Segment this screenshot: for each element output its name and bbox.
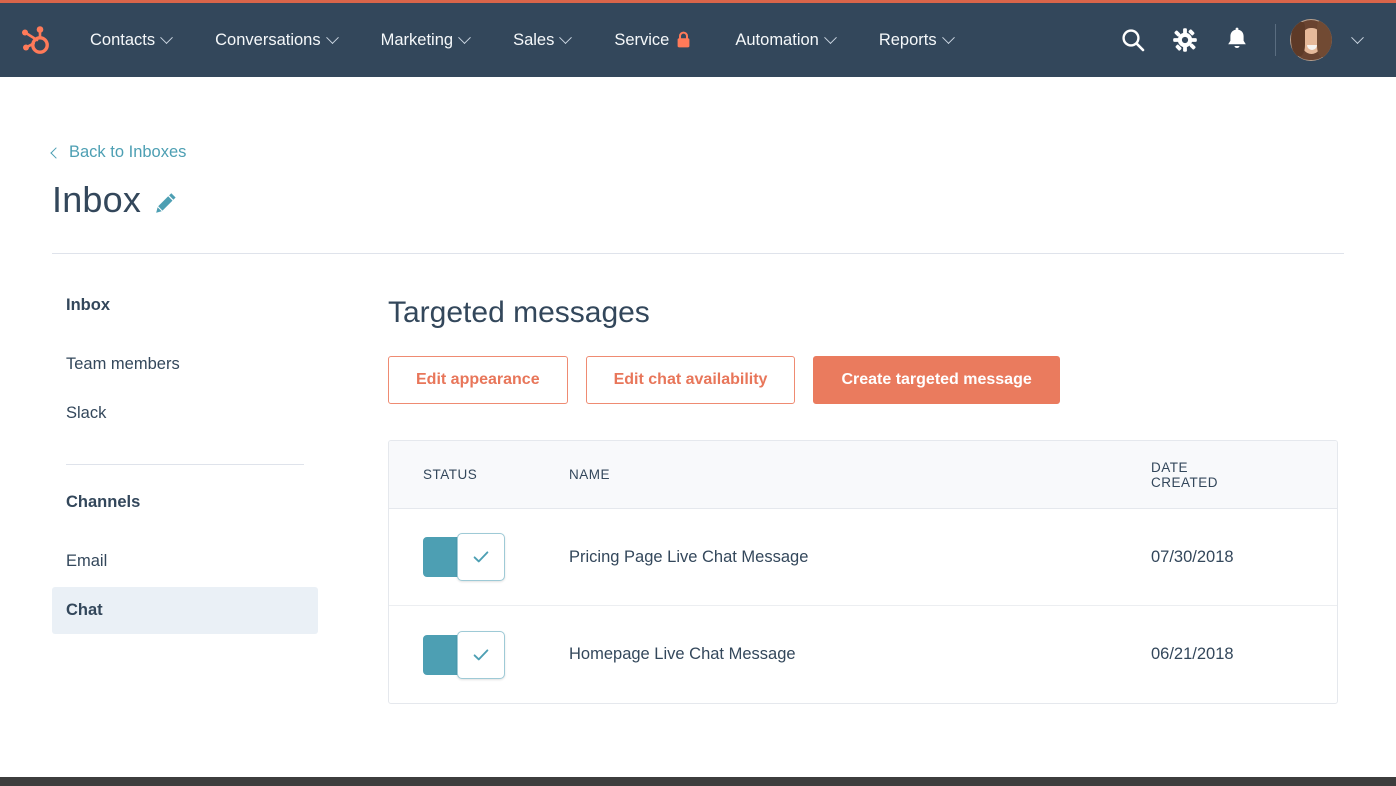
window-bottom-bar [0,777,1396,786]
lock-icon [676,31,691,49]
sidebar-item-email[interactable]: Email [52,538,318,584]
row-name: Homepage Live Chat Message [569,645,796,663]
column-header-date-line1: DATE [1151,459,1189,475]
nav-item-label: Reports [878,30,937,49]
sidebar-divider [66,464,304,466]
pencil-icon[interactable] [155,187,178,214]
avatar-hair-left [1291,22,1305,56]
nav-item-label: Contacts [90,30,156,49]
hubspot-sprocket-logo[interactable] [14,20,54,60]
nav-item-label: Sales [513,30,555,49]
edit-chat-availability-button[interactable]: Edit chat availability [585,356,796,404]
nav-item-conversations[interactable]: Conversations [193,23,358,58]
global-navbar: Contacts Conversations Marketing Sales S… [0,3,1396,77]
chevron-down-icon [823,30,837,44]
nav-item-sales[interactable]: Sales [491,23,592,58]
check-icon [473,648,489,660]
table-row[interactable]: Pricing Page Live Chat Message 07/30/201… [389,509,1337,606]
chevron-down-icon [559,30,573,44]
status-toggle[interactable] [423,630,505,679]
create-targeted-message-button[interactable]: Create targeted message [813,356,1060,404]
page-title: Inbox [52,179,142,220]
column-header-status: STATUS [423,467,478,482]
row-date-created: 07/30/2018 [1151,547,1234,566]
title-divider [52,253,1344,254]
action-button-row: Edit appearance Edit chat availability C… [388,356,1344,404]
sidebar-heading-channels: Channels [66,493,141,512]
toggle-knob [457,630,505,679]
column-header-date-line2: CREATED [1151,474,1219,490]
nav-item-automation[interactable]: Automation [713,23,856,58]
check-icon [473,551,489,563]
page-content: Inbox Team members Slack Channels Email … [52,296,1344,704]
column-header-name: NAME [569,467,611,482]
navbar-divider [1275,24,1276,56]
nav-item-marketing[interactable]: Marketing [359,23,491,58]
app-window: Contacts Conversations Marketing Sales S… [0,0,1396,786]
nav-item-contacts[interactable]: Contacts [68,23,193,58]
settings-sidebar: Inbox Team members Slack Channels Email … [52,296,350,704]
row-name: Pricing Page Live Chat Message [569,547,809,566]
nav-item-reports[interactable]: Reports [857,23,975,58]
toggle-knob [457,533,505,581]
table-header-row: STATUS NAME DATE CREATED [389,441,1337,509]
chevron-down-icon [325,30,339,44]
column-header-date-created: DATE CREATED [1137,446,1337,504]
main-panel: Targeted messages Edit appearance Edit c… [350,296,1344,704]
nav-item-label: Conversations [215,30,321,49]
edit-appearance-button[interactable]: Edit appearance [388,356,568,404]
nav-item-label: Marketing [380,30,454,49]
sidebar-item-chat[interactable]: Chat [52,587,318,634]
bell-icon[interactable] [1211,14,1263,66]
navbar-actions [1107,14,1374,66]
chevron-down-icon [941,30,955,44]
table-row[interactable]: Homepage Live Chat Message 06/21/2018 [389,606,1337,703]
nav-item-label: Automation [735,30,819,49]
gear-icon[interactable] [1159,14,1211,66]
primary-nav: Contacts Conversations Marketing Sales S… [68,23,975,58]
status-toggle[interactable] [423,533,505,581]
page-title-row: Inbox [52,179,1344,221]
chevron-down-icon [458,30,471,44]
sidebar-heading-inbox: Inbox [66,296,110,314]
targeted-messages-table: STATUS NAME DATE CREATED Pricing Page Li… [388,440,1338,704]
nav-item-label: Service [614,30,670,49]
search-icon[interactable] [1107,14,1159,66]
account-menu-chevron-down-icon[interactable] [1340,20,1374,60]
row-date-created: 06/21/2018 [1151,645,1234,663]
user-avatar[interactable] [1290,19,1332,61]
section-title: Targeted messages [388,296,650,329]
sidebar-item-slack[interactable]: Slack [52,390,318,436]
chevron-down-icon [160,30,173,44]
sidebar-item-team-members[interactable]: Team members [52,341,318,387]
chevron-left-icon [50,146,62,159]
chevron-down-icon [1350,30,1364,44]
breadcrumb-back-to-inboxes[interactable]: Back to Inboxes [50,143,187,162]
breadcrumb-label: Back to Inboxes [69,143,187,161]
row-status-cell [389,630,539,679]
row-status-cell [389,533,539,581]
page-body: Back to Inboxes Inbox Inbox Team members… [0,77,1396,786]
avatar-hair-right [1317,21,1332,57]
nav-item-service[interactable]: Service [592,23,713,58]
